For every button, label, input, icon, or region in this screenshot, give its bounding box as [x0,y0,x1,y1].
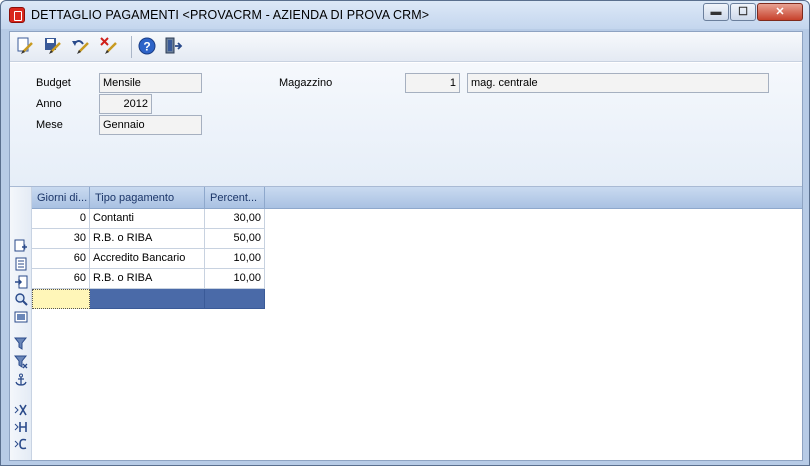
magazzino-name-field: mag. centrale [467,73,769,93]
filter-icon[interactable] [13,337,29,351]
magazzino-label: Magazzino [279,77,333,89]
toolbar: ? [10,32,802,62]
import-icon[interactable] [13,275,29,289]
insert-row-icon[interactable] [13,239,29,253]
preview-icon[interactable] [13,310,29,324]
table-row[interactable]: 60 Accredito Bancario 10,00 [32,249,268,269]
search-icon[interactable] [13,292,29,306]
cell-tipo[interactable]: Contanti [90,209,205,229]
app-icon[interactable] [9,7,25,23]
svg-text:?: ? [143,40,150,54]
mese-field[interactable]: Gennaio [99,115,202,135]
header-panel: Budget Mensile Anno 2012 Mese Gennaio Ma… [10,63,802,187]
cell-giorni[interactable]: 60 [32,269,90,289]
save-icon[interactable] [42,36,64,58]
title-bar[interactable]: DETTAGLIO PAGAMENTI <PROVACRM - AZIENDA … [1,1,809,29]
grid-side-toolbar [10,187,32,460]
maximize-button[interactable]: ☐ [730,3,756,21]
col-header-giorni[interactable]: Giorni di... [32,187,90,209]
client-area: ? Budget Mensile Anno 2012 Mese Gennaio … [9,31,803,461]
cell-tipo[interactable]: R.B. o RIBA [90,269,205,289]
cell-percent[interactable]: 10,00 [205,249,265,269]
anno-field[interactable]: 2012 [99,94,152,114]
grid-header: Giorni di... Tipo pagamento Percent... [32,187,802,209]
application-window: DETTAGLIO PAGAMENTI <PROVACRM - AZIENDA … [0,0,810,466]
new-doc-icon[interactable] [14,36,36,58]
export-csv-icon[interactable] [13,437,29,451]
magazzino-code-field[interactable]: 1 [405,73,460,93]
new-cell-giorni[interactable] [32,289,90,309]
cell-giorni[interactable]: 0 [32,209,90,229]
payment-grid: Giorni di... Tipo pagamento Percent... 0… [10,187,802,460]
cell-percent[interactable]: 10,00 [205,269,265,289]
anno-label: Anno [36,98,62,110]
budget-field[interactable]: Mensile [99,73,202,93]
cell-percent[interactable]: 30,00 [205,209,265,229]
export-excel-icon[interactable] [13,403,29,417]
delete-icon[interactable] [98,36,120,58]
minimize-button[interactable]: ▬ [703,3,729,21]
new-cell-tipo[interactable] [90,289,205,309]
close-button[interactable]: ✕ [757,3,803,21]
new-row[interactable] [32,289,268,309]
cell-tipo[interactable]: Accredito Bancario [90,249,205,269]
table-row[interactable]: 0 Contanti 30,00 [32,209,268,229]
anchor-icon[interactable] [13,373,29,387]
col-header-percent[interactable]: Percent... [205,187,265,209]
mese-label: Mese [36,119,63,131]
new-cell-percent[interactable] [205,289,265,309]
cell-tipo[interactable]: R.B. o RIBA [90,229,205,249]
table-row[interactable]: 30 R.B. o RIBA 50,00 [32,229,268,249]
cell-percent[interactable]: 50,00 [205,229,265,249]
budget-label: Budget [36,77,71,89]
list-icon[interactable] [13,257,29,271]
cell-giorni[interactable]: 60 [32,249,90,269]
help-icon[interactable]: ? [136,36,158,58]
table-row[interactable]: 60 R.B. o RIBA 10,00 [32,269,268,289]
export-html-icon[interactable] [13,420,29,434]
window-title: DETTAGLIO PAGAMENTI <PROVACRM - AZIENDA … [31,8,430,22]
toolbar-separator [131,36,132,58]
cell-giorni[interactable]: 30 [32,229,90,249]
exit-icon[interactable] [162,36,184,58]
filter-remove-icon[interactable] [13,355,29,369]
undo-icon[interactable] [70,36,92,58]
col-header-tipo[interactable]: Tipo pagamento [90,187,205,209]
